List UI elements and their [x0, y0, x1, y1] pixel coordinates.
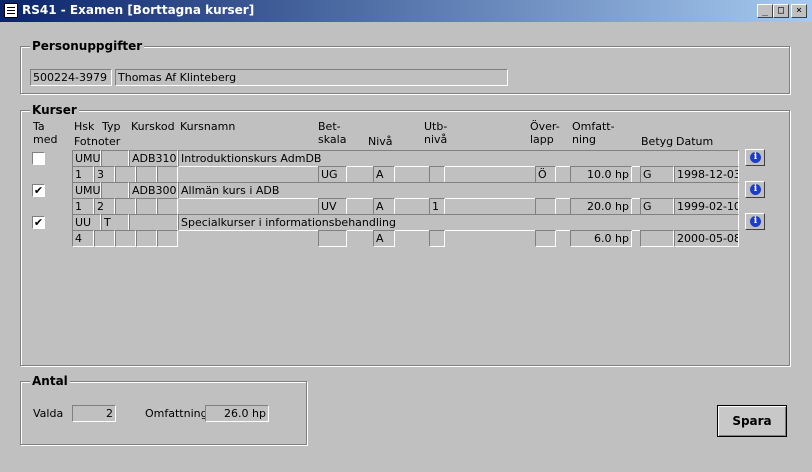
fotnot-3-field[interactable] — [115, 230, 136, 247]
info-icon: i — [750, 152, 761, 163]
betyg-field[interactable]: G — [640, 166, 674, 183]
name-field[interactable]: Thomas Af Klinteberg — [115, 69, 508, 86]
overlapp-field[interactable]: Ö — [535, 166, 556, 183]
fotnot-1-field[interactable]: 1 — [72, 198, 94, 215]
overlapp-field[interactable] — [535, 230, 556, 247]
typ-field[interactable] — [101, 150, 129, 167]
header-datum: Datum — [676, 135, 714, 148]
omfattning-field[interactable]: 6.0 hp — [570, 230, 632, 247]
typ-field[interactable]: T — [101, 214, 129, 231]
betyg-field[interactable]: G — [640, 198, 674, 215]
app-icon — [4, 3, 18, 18]
header-ta-med-1: Ta — [33, 120, 45, 133]
datum-field[interactable]: 1999-02-10 — [674, 198, 739, 215]
header-fotnoter: Fotnoter — [74, 135, 121, 148]
minimize-button[interactable]: _ — [757, 4, 773, 18]
fotnot-4-field[interactable] — [136, 166, 157, 183]
fotnot-5-field[interactable] — [157, 166, 178, 183]
ta-med-checkbox[interactable]: ✔ — [32, 216, 45, 229]
fotnot-2-field[interactable] — [94, 230, 115, 247]
utbniva-field[interactable] — [429, 230, 445, 247]
hsk-field[interactable]: UMU — [72, 182, 101, 199]
datum-field[interactable]: 2000-05-08 — [674, 230, 739, 247]
title-bar: RS41 - Examen [Borttagna kurser] _ □ × — [0, 0, 812, 22]
omfattning-field[interactable]: 10.0 hp — [570, 166, 632, 183]
fotnot-1-field[interactable]: 4 — [72, 230, 94, 247]
fotnot-4-field[interactable] — [136, 198, 157, 215]
omfattning-total-field: 26.0 hp — [205, 405, 269, 422]
valda-field: 2 — [72, 405, 116, 422]
kurser-legend: Kurser — [30, 103, 79, 117]
kurskod-field[interactable]: ADB310 — [129, 150, 178, 167]
kursnamn-field[interactable]: Allmän kurs i ADB — [178, 182, 739, 199]
datum-field[interactable]: 1998-12-03 — [674, 166, 739, 183]
fotnot-3-field[interactable] — [115, 198, 136, 215]
info-button[interactable]: i — [745, 213, 765, 230]
betskala-field[interactable]: UV — [318, 198, 347, 215]
header-omfattning-1: Omfatt- — [572, 120, 615, 133]
overlapp-field[interactable] — [535, 198, 556, 215]
personnummer-field[interactable]: 500224-3979 — [30, 69, 112, 86]
hsk-field[interactable]: UU — [72, 214, 101, 231]
omfattning-field[interactable]: 20.0 hp — [570, 198, 632, 215]
window-title: RS41 - Examen [Borttagna kurser] — [22, 3, 255, 17]
kursnamn-field[interactable]: Introduktionskurs AdmDB — [178, 150, 739, 167]
header-kurskod: Kurskod — [131, 120, 175, 133]
header-overlapp-2: lapp — [530, 133, 554, 146]
utbniva-field[interactable]: 1 — [429, 198, 445, 215]
fotnot-5-field[interactable] — [157, 198, 178, 215]
fotnot-3-field[interactable] — [115, 166, 136, 183]
fotnot-2-field[interactable]: 3 — [94, 166, 115, 183]
ta-med-checkbox[interactable]: ✔ — [32, 184, 45, 197]
betskala-field[interactable] — [318, 230, 347, 247]
fotnot-5-field[interactable] — [157, 230, 178, 247]
header-utbniva-2: nivå — [424, 133, 448, 146]
utbniva-field[interactable] — [429, 166, 445, 183]
header-typ: Typ — [102, 120, 121, 133]
close-button[interactable]: × — [791, 4, 807, 18]
ta-med-checkbox[interactable] — [32, 152, 45, 165]
header-omfattning-2: ning — [572, 133, 596, 146]
info-icon: i — [750, 184, 761, 195]
header-betyg: Betyg — [641, 135, 674, 148]
spara-button[interactable]: Spara — [717, 405, 787, 437]
betyg-field[interactable] — [640, 230, 674, 247]
niva-field[interactable]: A — [373, 230, 395, 247]
niva-field[interactable]: A — [373, 198, 395, 215]
header-utbniva-1: Utb- — [424, 120, 448, 133]
info-icon: i — [750, 216, 761, 227]
info-button[interactable]: i — [745, 149, 765, 166]
fotnot-4-field[interactable] — [136, 230, 157, 247]
betskala-field[interactable]: UG — [318, 166, 347, 183]
hsk-field[interactable]: UMU — [72, 150, 101, 167]
valda-label: Valda — [33, 407, 64, 420]
header-betskala-2: skala — [318, 133, 347, 146]
header-niva: Nivå — [368, 135, 393, 148]
kurskod-field[interactable] — [129, 214, 178, 231]
fotnot-1-field[interactable]: 1 — [72, 166, 94, 183]
omfattning-label: Omfattning — [145, 407, 208, 420]
header-hsk: Hsk — [74, 120, 95, 133]
header-overlapp-1: Över- — [530, 120, 560, 133]
header-ta-med-2: med — [33, 133, 58, 146]
antal-legend: Antal — [30, 374, 70, 388]
fotnot-2-field[interactable]: 2 — [94, 198, 115, 215]
kurskod-field[interactable]: ADB300 — [129, 182, 178, 199]
info-button[interactable]: i — [745, 181, 765, 198]
header-kursnamn: Kursnamn — [180, 120, 236, 133]
typ-field[interactable] — [101, 182, 129, 199]
niva-field[interactable]: A — [373, 166, 395, 183]
kursnamn-field[interactable]: Specialkurser i informationsbehandling — [178, 214, 739, 231]
header-betskala-1: Bet- — [318, 120, 341, 133]
personuppgifter-legend: Personuppgifter — [30, 39, 145, 53]
maximize-button[interactable]: □ — [773, 4, 789, 18]
